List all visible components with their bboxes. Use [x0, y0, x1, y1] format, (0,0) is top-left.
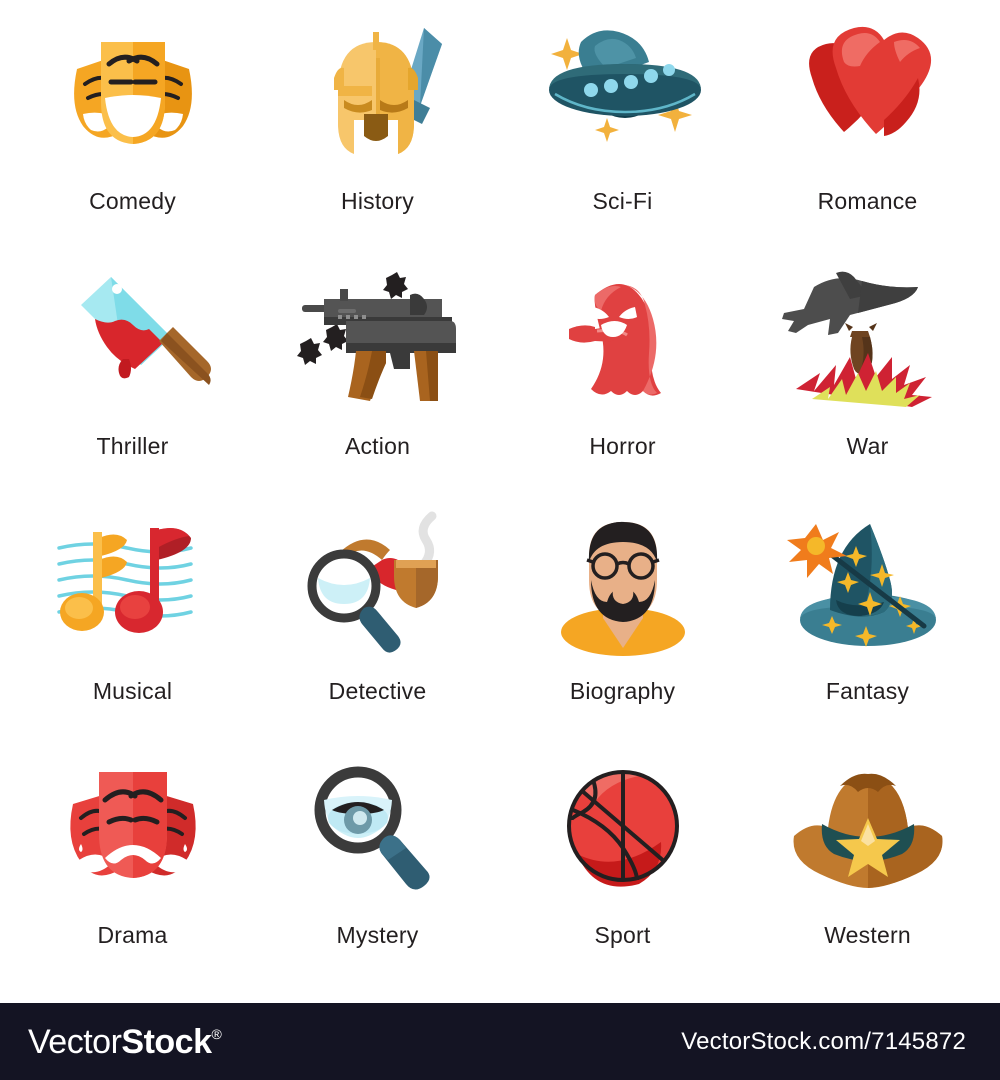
grid-item-label: Musical: [92, 677, 173, 704]
logo-text-stock: Stock: [121, 1022, 212, 1061]
comedy-masks-icon: [43, 14, 223, 174]
bomber-plane-bomb-icon: [778, 259, 958, 419]
grid-item-scifi[interactable]: Sci-Fi: [500, 14, 745, 259]
wizard-hat-wand-icon: [778, 504, 958, 664]
angry-ghost-icon: [533, 259, 713, 419]
grid-item-war[interactable]: War: [745, 259, 990, 504]
grid-item-label: War: [846, 432, 889, 459]
magnifier-pipe-icon: [288, 504, 468, 664]
grid-item-musical[interactable]: Musical: [10, 504, 255, 749]
grid-item-sport[interactable]: Sport: [500, 748, 745, 993]
grid-item-label: Biography: [569, 677, 676, 704]
grid-item-detective[interactable]: Detective: [255, 504, 500, 749]
cowboy-hat-icon: [778, 748, 958, 908]
grid-item-horror[interactable]: Horror: [500, 259, 745, 504]
grid-item-label: Sport: [594, 922, 651, 949]
grid-item-thriller[interactable]: Thriller: [10, 259, 255, 504]
two-hearts-icon: [778, 14, 958, 174]
logo-text-vector: Vector: [28, 1022, 122, 1061]
grid-item-label: History: [341, 188, 414, 214]
grid-item-romance[interactable]: Romance: [745, 14, 990, 259]
bloody-cleaver-icon: [43, 259, 223, 419]
magnifier-eye-icon: [288, 748, 468, 908]
grid-item-label: Western: [824, 922, 911, 949]
ufo-icon: [533, 14, 713, 174]
grid-item-label: Detective: [328, 677, 427, 704]
genre-icon-grid: Comedy History Sci-Fi Romance Thriller A…: [0, 0, 1000, 1003]
grid-item-fantasy[interactable]: Fantasy: [745, 504, 990, 749]
grid-item-label: Mystery: [336, 922, 419, 949]
grid-item-mystery[interactable]: Mystery: [255, 748, 500, 993]
grid-item-label: Thriller: [96, 432, 169, 459]
grid-item-label: Sci-Fi: [592, 188, 653, 214]
grid-item-history[interactable]: History: [255, 14, 500, 259]
site-url-text: VectorStock.com/7145872: [681, 1027, 966, 1055]
grid-item-action[interactable]: Action: [255, 259, 500, 504]
vectorstock-footer: Vector Stock ® VectorStock.com/7145872: [0, 1003, 1000, 1080]
grid-item-label: Fantasy: [825, 677, 910, 704]
spartan-helmet-sword-icon: [288, 14, 468, 174]
basketball-icon: [533, 748, 713, 908]
grid-item-western[interactable]: Western: [745, 748, 990, 993]
grid-item-label: Romance: [817, 188, 918, 214]
bearded-man-icon: [533, 504, 713, 664]
grid-item-label: Action: [344, 432, 411, 459]
registered-trademark-icon: ®: [211, 1025, 222, 1042]
grid-item-biography[interactable]: Biography: [500, 504, 745, 749]
tragedy-masks-icon: [43, 748, 223, 908]
machine-gun-icon: [288, 259, 468, 419]
music-notes-icon: [43, 504, 223, 664]
grid-item-label: Drama: [97, 922, 168, 949]
grid-item-label: Horror: [589, 432, 656, 459]
vectorstock-logo: Vector Stock ®: [28, 1022, 222, 1061]
grid-item-comedy[interactable]: Comedy: [10, 14, 255, 259]
grid-item-drama[interactable]: Drama: [10, 748, 255, 993]
grid-item-label: Comedy: [89, 188, 176, 214]
